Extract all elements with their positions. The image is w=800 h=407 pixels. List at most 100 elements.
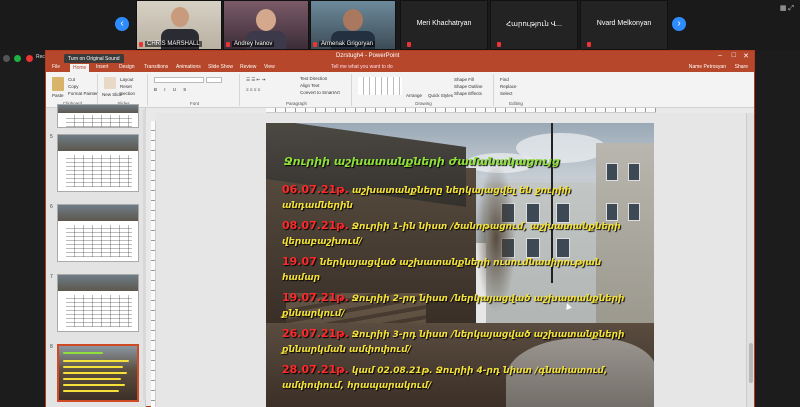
font-group: B I U S Font	[150, 74, 240, 106]
tab-home[interactable]: Home	[70, 64, 90, 72]
tab-animations[interactable]: Animations	[176, 64, 201, 70]
vertical-ruler	[151, 121, 156, 407]
share-button[interactable]: Share	[735, 64, 748, 70]
schedule-entry: 19.07.21թ. Ջուրիի 2-րդ նիստ /ներկայացված…	[282, 290, 642, 322]
select-button[interactable]: Select	[500, 91, 513, 96]
participant-tile-2[interactable]: Andrey Ivanov	[223, 0, 309, 50]
copy-button[interactable]: Copy	[68, 84, 79, 89]
list-icons[interactable]: ☰ ☰ ⇤ ⇥	[246, 77, 265, 83]
muted-mic-icon	[226, 42, 230, 47]
slides-group: New Slide Layout Reset Section Slides	[100, 74, 148, 106]
slide-scrollbar[interactable]	[746, 113, 754, 407]
schedule-entry: 19.07 ներկայացված աշխատանքների ուսումնաս…	[282, 254, 642, 286]
cut-button[interactable]: Cut	[68, 77, 75, 82]
ribbon: Paste Cut Copy Format Painter Clipboard …	[46, 72, 754, 108]
slide-thumbnail[interactable]	[57, 104, 139, 128]
slide-number: 8	[50, 344, 53, 350]
schedule-entry: 28.07.21թ. կամ 02.08.21թ. Ջուրիի 4-րդ նի…	[282, 362, 642, 394]
font-format-icons[interactable]: B I U S	[154, 87, 189, 92]
thumbnails-scrollbar[interactable]	[143, 110, 146, 400]
participant-strip: ‹ CHRIS MARSHALL Andrey Ivanov Armenak G…	[0, 0, 800, 50]
close-icon[interactable]: ✕	[743, 52, 749, 60]
zoom-meeting-window: ‹ CHRIS MARSHALL Andrey Ivanov Armenak G…	[0, 0, 800, 407]
slide-thumbnail[interactable]	[57, 204, 139, 262]
group-label: Editing	[509, 101, 523, 106]
shape-fill-button[interactable]: Shape Fill	[454, 77, 474, 82]
slide-thumbnail[interactable]	[57, 134, 139, 192]
quick-styles-button[interactable]: Quick Styles	[428, 93, 453, 98]
entry-text: ներկայացված աշխատանքների ուսումնասիրությ…	[282, 258, 602, 283]
entry-date: 28.07.21թ.	[282, 363, 349, 376]
slide-title: Ջուրիի աշխատանքների ժամանակացույց	[284, 155, 560, 168]
tab-slide-show[interactable]: Slide Show	[208, 64, 233, 70]
tab-view[interactable]: View	[264, 64, 275, 70]
schedule-entry: 06.07.21թ. աշխատանքները ներկայացվել են ջ…	[282, 182, 642, 214]
schedule-entry: 08.07.21թ. Ջուրիի 1-ին նիստ /ծանոթացում,…	[282, 218, 642, 250]
group-label: Paragraph	[285, 101, 307, 106]
participant-name: CHRIS MARSHALL	[145, 41, 202, 47]
shape-effects-button[interactable]: Shape Effects	[454, 91, 482, 96]
participant-tile-5[interactable]: Հարություն Վ...	[490, 0, 578, 50]
recording-icon[interactable]	[26, 55, 33, 62]
new-slide-icon[interactable]	[104, 77, 116, 89]
text-direction-button[interactable]: Text Direction	[300, 76, 327, 81]
find-button[interactable]: Find	[500, 77, 509, 82]
entry-date: 19.07	[282, 255, 317, 268]
participant-name: Armenak Grigoryan	[319, 41, 376, 47]
maximize-icon[interactable]: □	[732, 52, 736, 59]
security-shield-icon[interactable]	[14, 55, 21, 62]
user-name[interactable]: Name Petrosyan	[689, 64, 726, 70]
next-participants-icon[interactable]: ›	[672, 17, 686, 31]
paste-icon[interactable]	[52, 77, 64, 91]
powerpoint-window: Turn on Original Sound Dzrstugh4 - Power…	[45, 50, 755, 407]
slide-thumbnail-selected[interactable]	[57, 344, 139, 402]
slide-number: 6	[50, 204, 53, 210]
schedule-entry: 26.07.21թ. Ջուրիի 3-րդ նիստ /ներկայացված…	[282, 326, 642, 358]
align-icons[interactable]: ≡ ≡ ≡ ≡	[246, 87, 260, 92]
tab-review[interactable]: Review	[240, 64, 256, 70]
participant-name: Andrey Ivanov	[232, 41, 275, 47]
participant-tile-6[interactable]: Nvard Melkonyan	[580, 0, 668, 50]
participant-tile-1[interactable]: CHRIS MARSHALL	[136, 0, 222, 50]
tab-transitions[interactable]: Transitions	[144, 64, 168, 70]
info-icon[interactable]	[3, 55, 10, 62]
tab-design[interactable]: Design	[119, 64, 135, 70]
muted-mic-icon	[313, 42, 317, 47]
muted-mic-icon	[139, 42, 143, 47]
arrange-button[interactable]: Arrange	[406, 93, 422, 98]
paste-button[interactable]: Paste	[52, 93, 64, 98]
font-size-select[interactable]	[206, 77, 222, 83]
minimize-icon[interactable]: –	[718, 52, 722, 59]
group-label: Drawing	[415, 101, 432, 106]
align-text-button[interactable]: Align Text	[300, 83, 319, 88]
font-name-select[interactable]	[154, 77, 204, 83]
tab-file[interactable]: File	[52, 64, 60, 70]
participant-name: Meri Khachatryan	[416, 20, 472, 27]
drawing-group: Arrange Quick Styles Shape Fill Shape Ou…	[354, 74, 494, 106]
entry-date: 19.07.21թ.	[282, 291, 349, 304]
participant-tile-4[interactable]: Meri Khachatryan	[400, 0, 488, 50]
entry-date: 08.07.21թ.	[282, 219, 349, 232]
replace-button[interactable]: Replace	[500, 84, 517, 89]
layout-button[interactable]: Layout	[120, 77, 134, 82]
slide-text-box[interactable]: Ջուրիի աշխատանքների ժամանակացույց 06.07.…	[282, 155, 642, 398]
tab-insert[interactable]: Insert	[96, 64, 109, 70]
shape-outline-button[interactable]: Shape Outline	[454, 84, 483, 89]
convert-smartart-button[interactable]: Convert to SmartArt	[300, 90, 340, 95]
entry-date: 06.07.21թ.	[282, 183, 349, 196]
section-button[interactable]: Section	[120, 91, 135, 96]
paragraph-group: ☰ ☰ ⇤ ⇥ ≡ ≡ ≡ ≡ Text Direction Align Tex…	[242, 74, 352, 106]
format-painter-button[interactable]: Format Painter	[68, 91, 98, 96]
slide-thumbnail[interactable]	[57, 274, 139, 332]
prev-participants-icon[interactable]: ‹	[115, 17, 129, 31]
ribbon-tabs: File Home Insert Design Transitions Anim…	[46, 63, 754, 72]
current-slide[interactable]: Ջուրիի աշխատանքների ժամանակացույց 06.07.…	[266, 123, 654, 407]
view-options-icon[interactable]: ▦ ⤢	[780, 4, 794, 13]
shapes-gallery[interactable]	[358, 77, 402, 95]
editing-group: Find Replace Select Editing	[496, 74, 536, 106]
reset-button[interactable]: Reset	[120, 84, 132, 89]
tell-me-input[interactable]: Tell me what you want to do	[331, 64, 393, 70]
clipboard-group: Paste Cut Copy Format Painter Clipboard	[48, 74, 98, 106]
participant-tile-3[interactable]: Armenak Grigoryan	[310, 0, 396, 50]
slide-number: 7	[50, 274, 53, 280]
